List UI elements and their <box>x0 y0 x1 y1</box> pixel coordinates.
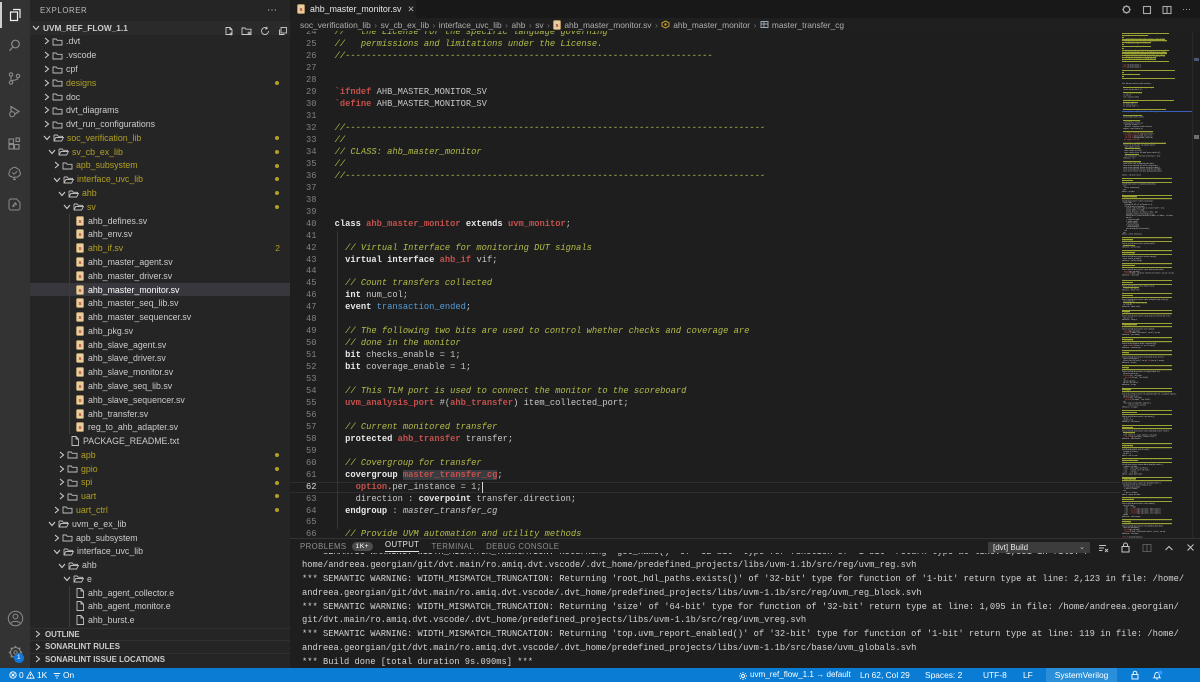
svg-text:s: s <box>78 329 81 335</box>
svg-text:s: s <box>78 426 81 432</box>
svg-text:s: s <box>299 7 302 13</box>
svg-text:s: s <box>78 315 81 321</box>
svg-text:s: s <box>78 233 81 239</box>
svg-text:s: s <box>78 343 81 349</box>
svg-text:s: s <box>556 23 559 29</box>
svg-text:s: s <box>78 384 81 390</box>
svg-text:s: s <box>78 301 81 307</box>
svg-text:s: s <box>78 398 81 404</box>
svg-text:s: s <box>78 246 81 252</box>
svg-text:s: s <box>78 219 81 225</box>
svg-text:s: s <box>78 274 81 280</box>
svg-text:s: s <box>78 260 81 266</box>
svg-text:s: s <box>78 412 81 418</box>
svg-text:s: s <box>78 370 81 376</box>
svg-text:s: s <box>78 357 81 363</box>
svg-text:s: s <box>78 288 81 294</box>
